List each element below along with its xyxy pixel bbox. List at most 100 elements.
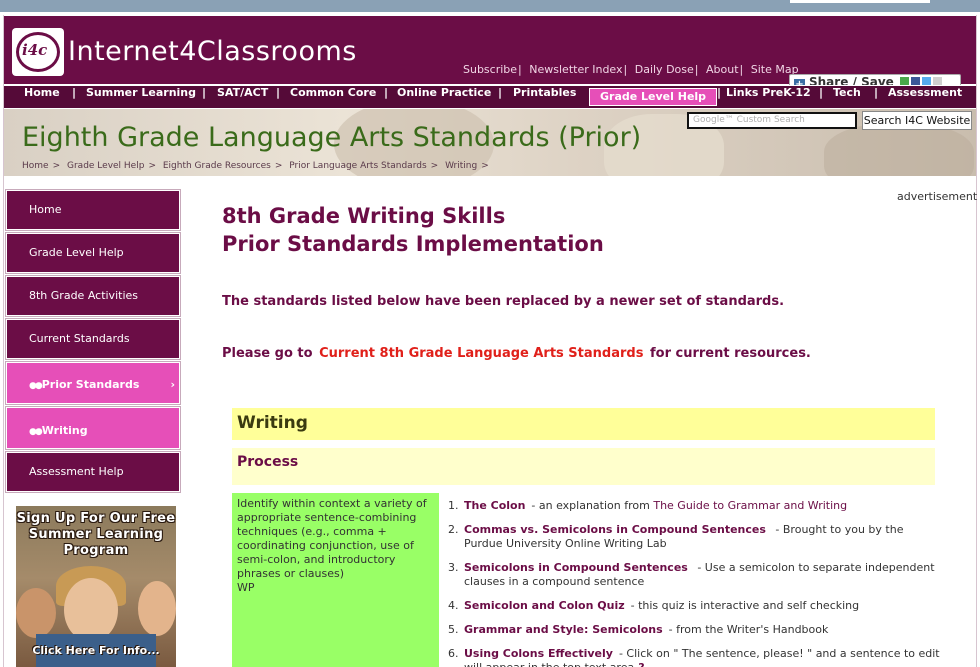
resource-description: - this quiz is interactive and self chec… — [630, 599, 860, 612]
nav-sat-act[interactable]: SAT/ACT — [217, 86, 268, 108]
nav-online-practice[interactable]: Online Practice — [397, 86, 491, 108]
breadcrumb-separator: > — [481, 161, 489, 171]
sidebar-item-current-standards[interactable]: Current Standards — [6, 319, 180, 359]
breadcrumb-separator: > — [430, 161, 439, 171]
page-banner: Eighth Grade Language Arts Standards (Pr… — [4, 109, 976, 176]
breadcrumb-writing: Writing — [445, 161, 478, 171]
nav-separator: | — [276, 86, 281, 99]
current-standards-notice: Please go to Current 8th Grade Language … — [222, 346, 811, 361]
link-separator: | — [518, 63, 522, 76]
browser-top-strip — [0, 0, 980, 12]
site-header: i4c Internet4Classrooms Subscribe| Newsl… — [4, 16, 976, 90]
top-strip-box — [790, 0, 930, 3]
nav-printables[interactable]: Printables — [513, 86, 576, 108]
item-number: 4. — [448, 599, 459, 612]
help-question-icon[interactable]: ? — [638, 661, 644, 667]
sidebar-item-grade-level-help[interactable]: Grade Level Help — [6, 233, 180, 273]
nav-separator: | — [819, 86, 824, 99]
nav-common-core[interactable]: Common Core — [290, 86, 376, 108]
search-input[interactable]: Google™ Custom Search — [687, 112, 857, 129]
site-logo[interactable]: i4c — [12, 28, 64, 76]
daily-dose-link[interactable]: Daily Dose — [635, 63, 694, 76]
item-number: 6. — [448, 647, 459, 660]
resource-link[interactable]: Commas vs. Semicolons in Compound Senten… — [464, 523, 766, 536]
double-bullet-icon: ●● — [29, 427, 43, 437]
resource-link[interactable]: The Colon — [464, 499, 525, 512]
ad-cta[interactable]: Click Here For Info... — [16, 644, 176, 657]
nav-separator: | — [498, 86, 503, 99]
current-standards-link[interactable]: Current 8th Grade Language Arts Standard… — [319, 346, 643, 361]
banner-photo — [824, 124, 974, 176]
link-separator: | — [694, 63, 699, 76]
sidebar-item-prior-standards[interactable]: ●●Prior Standards › — [6, 362, 180, 404]
link-separator: | — [623, 63, 628, 76]
search-button[interactable]: Search I4C Website — [862, 111, 972, 130]
page-title: Eighth Grade Language Arts Standards (Pr… — [22, 122, 642, 153]
heading-line-2: Prior Standards Implementation — [222, 232, 604, 256]
summer-learning-ad[interactable]: Sign Up For Our Free Summer Learning Pro… — [16, 506, 176, 667]
site-name[interactable]: Internet4Classrooms — [68, 36, 357, 67]
breadcrumb-separator: > — [148, 161, 156, 171]
page-heading: 8th Grade Writing Skills Prior Standards… — [222, 202, 604, 258]
nav-separator: | — [202, 86, 207, 99]
breadcrumb-grade-level-help[interactable]: Grade Level Help — [67, 161, 144, 171]
sidebar-item-label: Writing — [41, 424, 88, 437]
sidebar-item-label: Prior Standards — [41, 378, 140, 391]
resource-description: - from the Writer's Handbook — [668, 623, 829, 636]
ad-photo-face — [138, 581, 176, 636]
standard-cell: Identify within context a variety of app… — [232, 493, 439, 667]
link-separator: | — [739, 63, 744, 76]
logo-text: i4c — [22, 41, 48, 59]
resource-link[interactable]: Semicolons in Compound Sentences — [464, 561, 688, 574]
breadcrumb-eighth-grade-resources[interactable]: Eighth Grade Resources — [163, 161, 271, 171]
nav-separator: | — [874, 86, 879, 99]
item-number: 3. — [448, 561, 459, 574]
ad-photo-face — [64, 578, 118, 642]
sidebar-item-label: 8th Grade Activities — [29, 289, 138, 302]
breadcrumb-separator: > — [52, 161, 61, 171]
subsection-title: Process — [232, 448, 935, 485]
sidebar-item-label: Current Standards — [29, 332, 130, 345]
nav-tech[interactable]: Tech — [833, 86, 861, 108]
resource-link[interactable]: Using Colons Effectively — [464, 647, 613, 660]
breadcrumb-prior-standards[interactable]: Prior Language Arts Standards — [289, 161, 426, 171]
sidebar-item-label: Assessment Help — [29, 465, 124, 478]
nav-separator: | — [717, 86, 722, 99]
about-link[interactable]: About — [706, 63, 739, 76]
sidebar-item-home[interactable]: Home — [6, 190, 180, 230]
subscribe-link[interactable]: Subscribe — [463, 63, 517, 76]
standard-code: WP — [237, 581, 255, 594]
newsletter-index-link[interactable]: Newsletter Index — [529, 63, 622, 76]
resource-link[interactable]: Grammar and Style: Semicolons — [464, 623, 663, 636]
sidebar-item-writing[interactable]: ●●Writing — [6, 407, 180, 449]
resource-source-link[interactable]: The Guide to Grammar and Writing — [653, 499, 847, 512]
standard-text: Identify within context a variety of app… — [237, 497, 427, 580]
advertisement-label: advertisement — [897, 190, 978, 203]
breadcrumb-home[interactable]: Home — [22, 161, 49, 171]
section-title: Writing — [232, 408, 935, 440]
sidebar-item-assessment-help[interactable]: Assessment Help — [6, 452, 180, 492]
replaced-notice: The standards listed below have been rep… — [222, 294, 785, 309]
nav-assessment[interactable]: Assessment — [888, 86, 962, 108]
double-bullet-icon: ●● — [29, 381, 43, 391]
breadcrumb-separator: > — [274, 161, 283, 171]
ad-photo-face — [16, 588, 56, 638]
nav-home[interactable]: Home — [24, 86, 60, 108]
nav-separator: | — [72, 86, 77, 99]
nav-separator: | — [384, 86, 389, 99]
item-number: 2. — [448, 523, 459, 536]
notice-prefix: Please go to — [222, 346, 313, 361]
ad-headline: Sign Up For Our Free Summer Learning Pro… — [16, 511, 176, 558]
resource-link[interactable]: Semicolon and Colon Quiz — [464, 599, 625, 612]
nav-grade-level-help[interactable]: Grade Level Help — [589, 88, 718, 106]
heading-line-1: 8th Grade Writing Skills — [222, 204, 506, 228]
notice-suffix: for current resources. — [649, 346, 811, 361]
sidebar-item-label: Grade Level Help — [29, 246, 124, 259]
resource-description: - an explanation from — [531, 499, 650, 512]
chevron-right-icon: › — [170, 378, 175, 391]
item-number: 1. — [448, 499, 459, 512]
nav-summer-learning[interactable]: Summer Learning — [86, 86, 196, 108]
nav-links-prek-12[interactable]: Links PreK-12 — [726, 86, 811, 108]
sidebar-item-label: Home — [29, 203, 62, 216]
sidebar-item-8th-grade-activities[interactable]: 8th Grade Activities — [6, 276, 180, 316]
